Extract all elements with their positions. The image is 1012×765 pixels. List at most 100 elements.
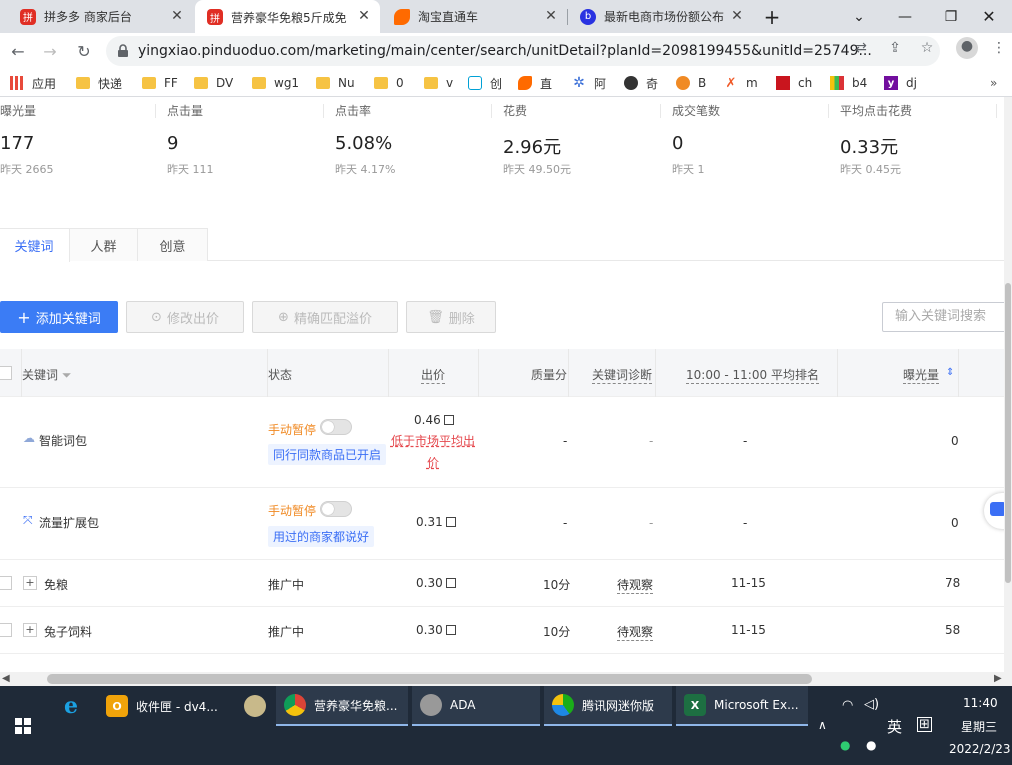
tab-creative[interactable]: 创意	[137, 228, 208, 261]
horizontal-scroll-thumb[interactable]	[47, 674, 812, 684]
clock-date[interactable]: 2022/2/23	[949, 742, 1011, 756]
qq-tray-icon[interactable]: ●	[866, 738, 876, 752]
expand-row-button[interactable]: +	[23, 576, 37, 590]
scroll-left-icon[interactable]: ◀	[2, 673, 10, 684]
bookmark-site[interactable]: 创	[468, 74, 502, 92]
expand-row-button[interactable]: +	[23, 623, 37, 637]
forward-arrow-icon[interactable]: →	[38, 39, 62, 63]
bookmark-site[interactable]: 直	[518, 74, 552, 92]
hint-tag: 用过的商家都说好	[268, 526, 375, 547]
vertical-scroll-thumb[interactable]	[1005, 283, 1011, 583]
clock-icon: ⊙	[151, 309, 162, 325]
taskbar-app-outlook[interactable]: O 收件匣 - dv4...	[98, 686, 230, 726]
tray-expand-icon[interactable]: ∧	[818, 718, 827, 732]
address-bar[interactable]: yingxiao.pinduoduo.com/marketing/main/ce…	[106, 36, 940, 66]
bookmark-folder[interactable]: FF	[142, 74, 178, 92]
add-keyword-button[interactable]: + 添加关键词	[0, 301, 118, 333]
volume-icon[interactable]: ◁)	[864, 697, 879, 712]
edit-icon[interactable]	[443, 415, 454, 425]
browser-tab-2[interactable]: 拼 营养豪华免粮5斤成免 ✕	[195, 0, 380, 34]
minimize-icon[interactable]: —	[882, 0, 928, 33]
filter-icon[interactable]: ⏷	[62, 368, 72, 382]
diagnosis[interactable]: 待观察	[617, 576, 654, 594]
precise-match-premium-button[interactable]: ⊕ 精确匹配溢价	[252, 301, 398, 333]
browser-toolbar: ← → ↻ yingxiao.pinduoduo.com/marketing/m…	[0, 33, 1012, 69]
select-all-checkbox[interactable]	[0, 366, 12, 380]
bookmark-site[interactable]: B	[676, 74, 706, 92]
bookmark-folder[interactable]: v	[424, 74, 453, 92]
close-icon[interactable]: ✕	[169, 8, 185, 24]
menu-dots-icon[interactable]: ⋮	[990, 39, 1008, 57]
divider	[958, 349, 959, 397]
sort-icon[interactable]: ⇕	[946, 367, 954, 378]
pinduoduo-icon: 拼	[20, 8, 36, 25]
ime-language[interactable]: 英	[887, 716, 902, 737]
wifi-icon[interactable]: ◠	[842, 698, 853, 713]
vertical-scrollbar[interactable]	[1004, 97, 1012, 672]
quality-score: 10分	[543, 625, 571, 639]
translate-icon[interactable]: ⇄	[852, 39, 870, 57]
bookmark-site[interactable]: b4	[830, 74, 867, 92]
bookmark-site[interactable]: ✲ 阿	[572, 74, 606, 92]
close-icon[interactable]: ✕	[356, 8, 372, 24]
more-bookmarks-icon[interactable]: »	[990, 74, 997, 92]
metric-value: 177	[0, 133, 35, 154]
bookmark-folder[interactable]: DV	[194, 74, 233, 92]
reload-icon[interactable]: ↻	[72, 39, 96, 63]
quality-score: 10分	[543, 578, 571, 592]
bookmark-site[interactable]: ch	[776, 74, 812, 92]
bid-warning: 低于市场平均出价	[390, 434, 475, 470]
browser-tab-4[interactable]: b 最新电商市场份额公布 ✕	[568, 0, 753, 33]
bookmark-site[interactable]: 奇	[624, 74, 658, 92]
divider	[996, 104, 997, 118]
taskbar-app-ada[interactable]: ADA	[412, 686, 540, 726]
browser-tab-3[interactable]: 淘宝直通车 ✕	[382, 0, 567, 33]
taskbar-app-chrome[interactable]: 营养豪华免粮...	[276, 686, 408, 726]
start-button[interactable]	[0, 686, 46, 765]
horizontal-scrollbar[interactable]: ◀ ▶	[0, 672, 1012, 686]
status-toggle[interactable]	[320, 501, 352, 517]
window-close-icon[interactable]: ✕	[966, 0, 1012, 33]
edit-icon[interactable]	[445, 625, 456, 635]
taskbar-app-tencent[interactable]: 腾讯网迷你版	[544, 686, 672, 726]
bookmark-apps[interactable]: 应用	[10, 74, 56, 92]
taskbar-app-excel[interactable]: X Microsoft Ex...	[676, 686, 808, 726]
close-icon[interactable]: ✕	[543, 8, 559, 24]
edit-icon[interactable]	[445, 517, 456, 527]
header-exposure[interactable]: 曝光量	[903, 366, 940, 384]
taskbar-app-pin[interactable]	[236, 686, 272, 726]
excel-icon: X	[684, 694, 706, 716]
tab-keywords[interactable]: 关键词	[0, 228, 70, 262]
new-tab-button[interactable]: +	[752, 0, 792, 33]
bookmark-site[interactable]: y dj	[884, 74, 917, 92]
bookmark-folder[interactable]: Nu	[316, 74, 355, 92]
modify-bid-button[interactable]: ⊙ 修改出价	[126, 301, 244, 333]
clock-time[interactable]: 11:40	[963, 696, 998, 710]
row-checkbox[interactable]	[0, 623, 12, 637]
bookmark-folder[interactable]: 快递	[76, 74, 122, 92]
bookmark-star-icon[interactable]: ☆	[918, 39, 936, 57]
row-checkbox[interactable]	[0, 576, 12, 590]
wechat-tray-icon[interactable]: ●	[840, 738, 850, 752]
ie-taskbar-button[interactable]: e	[52, 686, 92, 726]
clock-weekday[interactable]: 星期三	[961, 718, 997, 735]
status-toggle[interactable]	[320, 419, 352, 435]
share-icon[interactable]: ⇪	[886, 39, 904, 57]
bookmark-site[interactable]: ✗ m	[724, 74, 758, 92]
tab-search-icon[interactable]: ⌄	[836, 0, 882, 33]
globe-icon	[624, 76, 638, 90]
trash-icon: 🗑	[427, 309, 444, 325]
close-icon[interactable]: ✕	[729, 8, 745, 24]
bookmark-folder[interactable]: 0	[374, 74, 404, 92]
edit-icon[interactable]	[445, 578, 456, 588]
profile-avatar-icon[interactable]: ●	[956, 37, 978, 59]
browser-tab-1[interactable]: 拼 拼多多 商家后台 ✕	[8, 0, 193, 33]
scroll-right-icon[interactable]: ▶	[994, 673, 1002, 684]
back-arrow-icon[interactable]: ←	[6, 39, 30, 63]
ime-mode-icon[interactable]: ⊞	[917, 717, 932, 732]
delete-button[interactable]: 🗑 删除	[406, 301, 496, 333]
tab-audience[interactable]: 人群	[69, 228, 138, 261]
bookmark-folder[interactable]: wg1	[252, 74, 299, 92]
keyword-search-input[interactable]: 输入关键词搜索	[882, 302, 1004, 332]
diagnosis[interactable]: 待观察	[617, 623, 654, 641]
